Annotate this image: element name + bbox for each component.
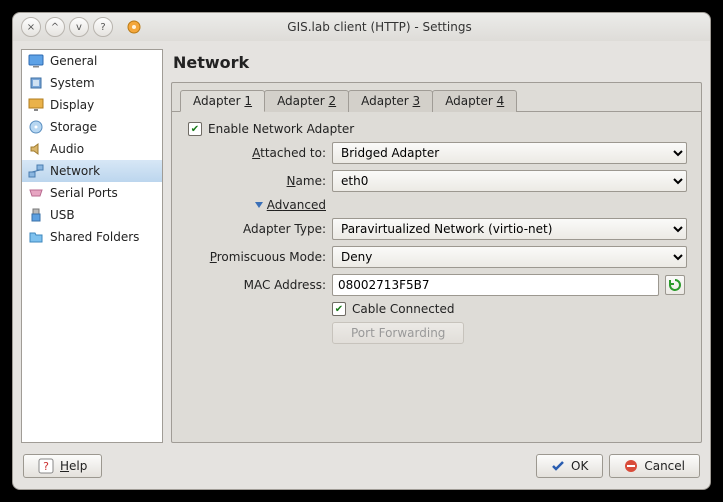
disk-icon [28,119,44,135]
cancel-button-label: Cancel [644,459,685,473]
content-area: Network Adapter 1 Adapter 2 Adapter 3 Ad… [171,49,702,443]
network-icon [28,163,44,179]
sidebar-item-label: General [50,54,97,68]
sidebar-item-serial-ports[interactable]: Serial Ports [22,182,162,204]
sidebar-item-shared-folders[interactable]: Shared Folders [22,226,162,248]
chip-icon [28,75,44,91]
tab-adapter-3[interactable]: Adapter 3 [348,90,433,112]
advanced-toggle[interactable]: Advanced [255,198,326,212]
name-dropdown[interactable]: eth0 [332,170,687,192]
sidebar-item-display[interactable]: Display [22,94,162,116]
sidebar-item-label: Network [50,164,100,178]
cable-connected-label: Cable Connected [352,302,455,316]
ok-check-icon [551,459,565,473]
sidebar-item-label: Display [50,98,94,112]
titlebar: × ^ v ? GIS.lab client (HTTP) - Settings [13,13,710,41]
sidebar-item-label: Audio [50,142,84,156]
window-title: GIS.lab client (HTTP) - Settings [57,20,702,34]
cable-connected-checkbox[interactable] [332,302,346,316]
attached-to-dropdown[interactable]: Bridged Adapter [332,142,687,164]
settings-window: × ^ v ? GIS.lab client (HTTP) - Settings… [12,12,711,490]
ok-button-label: OK [571,459,588,473]
refresh-icon [668,278,682,292]
promiscuous-mode-dropdown[interactable]: Deny [332,246,687,268]
attached-to-label: Attached to: [186,146,326,160]
usb-icon [28,207,44,223]
sidebar-item-system[interactable]: System [22,72,162,94]
sidebar-item-label: System [50,76,95,90]
cancel-button[interactable]: Cancel [609,454,700,478]
sidebar-item-storage[interactable]: Storage [22,116,162,138]
dialog-footer: ? Help OK Cancel [13,451,710,489]
adapter-type-dropdown[interactable]: Paravirtualized Network (virtio-net) [332,218,687,240]
mac-address-input[interactable] [332,274,659,296]
display-icon [28,97,44,113]
tab-adapter-4[interactable]: Adapter 4 [432,90,517,112]
network-panel: Adapter 1 Adapter 2 Adapter 3 Adapter 4 … [171,82,702,443]
help-button[interactable]: ? Help [23,454,102,478]
folder-icon [28,229,44,245]
cancel-icon [624,459,638,473]
tab-adapter-2[interactable]: Adapter 2 [264,90,349,112]
speaker-icon [28,141,44,157]
serial-icon [28,185,44,201]
svg-text:?: ? [43,460,49,473]
enable-adapter-label: Enable Network Adapter [208,122,354,136]
regenerate-mac-button[interactable] [665,275,685,295]
close-window-button[interactable]: × [21,17,41,37]
port-forwarding-button: Port Forwarding [332,322,464,344]
enable-adapter-checkbox[interactable] [188,122,202,136]
page-title: Network [171,49,702,82]
tab-adapter-1[interactable]: Adapter 1 [180,90,265,112]
ok-button[interactable]: OK [536,454,603,478]
sidebar-item-usb[interactable]: USB [22,204,162,226]
window-body: General System Display Storage Audio Net… [13,41,710,451]
sidebar-item-label: USB [50,208,75,222]
sidebar-item-label: Shared Folders [50,230,139,244]
adapter-form: Enable Network Adapter Attached to: Brid… [172,112,701,358]
adapter-tabs: Adapter 1 Adapter 2 Adapter 3 Adapter 4 [172,83,701,112]
sidebar-item-audio[interactable]: Audio [22,138,162,160]
mac-address-label: MAC Address: [186,278,326,292]
help-icon: ? [38,458,54,474]
sidebar-item-general[interactable]: General [22,50,162,72]
chevron-down-icon [255,202,263,208]
sidebar-item-label: Storage [50,120,97,134]
adapter-type-label: Adapter Type: [186,222,326,236]
monitor-icon [28,53,44,69]
sidebar-item-network[interactable]: Network [22,160,162,182]
help-button-label: Help [60,459,87,473]
name-label: Name: [186,174,326,188]
sidebar-item-label: Serial Ports [50,186,118,200]
promiscuous-mode-label: Promiscuous Mode: [186,250,326,264]
sidebar: General System Display Storage Audio Net… [21,49,163,443]
